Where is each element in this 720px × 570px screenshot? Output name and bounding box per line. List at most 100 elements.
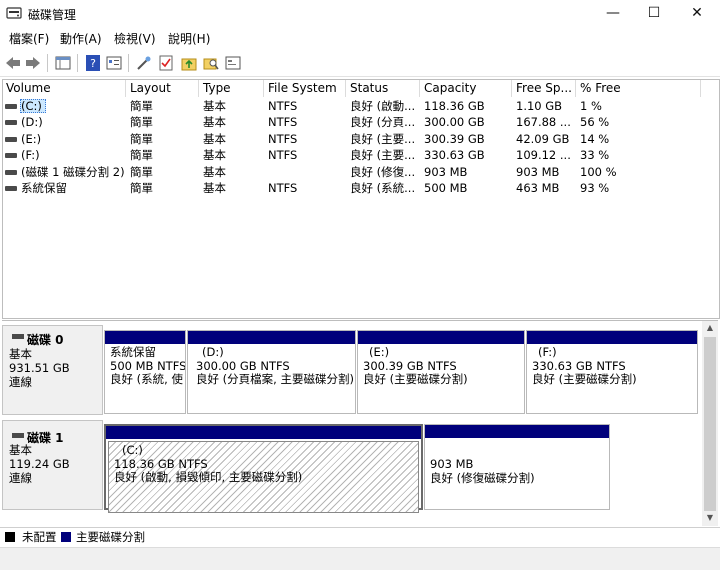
table-cell: 簡單: [130, 99, 153, 113]
partition-system-reserved[interactable]: 系統保留 500 MB NTFS 良好 (系統, 使: [104, 330, 186, 414]
legend-primary-swatch: [61, 532, 71, 542]
partition-status: 良好 (修復磁碟分割): [430, 470, 535, 485]
table-cell: 基本: [203, 131, 226, 146]
column-header[interactable]: Capacity: [420, 80, 512, 97]
menu-view[interactable]: 檢視(V): [114, 30, 156, 47]
partition-e[interactable]: (E:) 300.39 GB NTFS 良好 (主要磁碟分割): [357, 330, 525, 414]
table-cell: 167.88 ...: [516, 115, 571, 130]
properties-grid-icon[interactable]: [53, 53, 73, 73]
table-cell: 300.00 GB: [424, 115, 485, 130]
table-cell: NTFS: [268, 131, 298, 146]
table-cell: NTFS: [268, 99, 298, 113]
column-header[interactable]: File System: [264, 80, 346, 97]
table-cell: 903 MB: [516, 164, 560, 179]
list-view-icon[interactable]: [104, 53, 124, 73]
minimize-button[interactable]: —: [590, 0, 636, 26]
column-header[interactable]: Volume: [2, 80, 126, 97]
table-cell: 14 %: [580, 131, 610, 146]
disk-0-type: 基本: [9, 347, 32, 361]
disk-management-icon: [6, 7, 22, 19]
table-cell: 1 %: [580, 99, 602, 113]
maximize-button[interactable]: ☐: [631, 0, 677, 26]
column-header[interactable]: Free Sp...: [512, 80, 576, 97]
table-cell: 463 MB: [516, 181, 560, 195]
disk-icon: [12, 334, 24, 339]
table-cell: 基本: [203, 115, 226, 130]
menu-action[interactable]: 動作(A): [60, 30, 102, 47]
table-cell: 基本: [203, 99, 226, 113]
toolbar-separator: [47, 54, 48, 72]
scrollbar-thumb[interactable]: [704, 337, 716, 511]
partition-status: 良好 (啟動, 損毀傾印, 主要磁碟分割): [114, 470, 303, 484]
table-cell: 93 %: [580, 181, 610, 195]
legend-primary-label: 主要磁碟分割: [76, 530, 145, 544]
partition-size: 118.36 GB NTFS: [114, 456, 208, 471]
volume-name: (磁碟 1 磁碟分割 2): [21, 164, 125, 179]
partition-bar: [188, 331, 355, 344]
toolbar-separator: [77, 54, 78, 72]
table-cell: 109.12 ...: [516, 148, 571, 163]
volume-icon: [5, 120, 17, 126]
partition-bar: [106, 426, 421, 439]
table-cell: 基本: [203, 148, 226, 163]
table-cell-volume: (C:): [5, 98, 125, 114]
table-cell: 簡單: [130, 115, 153, 130]
disk-icon: [12, 433, 24, 438]
close-button[interactable]: ✕: [674, 0, 720, 26]
forward-arrow-icon[interactable]: [23, 53, 43, 73]
partition-size: 300.00 GB NTFS: [196, 358, 290, 373]
table-cell: 基本: [203, 181, 226, 195]
column-header[interactable]: Type: [199, 80, 264, 97]
table-cell-volume: 系統保留: [5, 180, 125, 196]
partition-bar: [105, 331, 185, 344]
check-icon[interactable]: [156, 53, 176, 73]
partition-c[interactable]: (C:) 118.36 GB NTFS 良好 (啟動, 損毀傾印, 主要磁碟分割…: [104, 424, 423, 513]
partition-recovery[interactable]: 903 MB 良好 (修復磁碟分割): [424, 424, 610, 510]
volume-name: (C:): [21, 99, 42, 113]
table-cell: 118.36 GB: [424, 99, 485, 113]
partition-bar: [425, 425, 609, 438]
disk-1-type: 基本: [9, 443, 32, 457]
volume-name: (F:): [21, 148, 40, 163]
table-cell: [268, 164, 346, 180]
window-title: 磁碟管理: [28, 8, 77, 22]
table-cell: 良好 (主要...: [350, 148, 416, 163]
table-cell: 42.09 GB: [516, 131, 570, 146]
disk-0-state: 連線: [9, 375, 32, 389]
table-cell: 100 %: [580, 164, 617, 179]
help-icon[interactable]: ?: [83, 53, 103, 73]
table-cell: NTFS: [268, 115, 298, 130]
partition-d[interactable]: (D:) 300.00 GB NTFS 良好 (分頁檔案, 主要磁碟分割): [187, 330, 356, 414]
table-cell: 良好 (修復...: [350, 164, 416, 179]
partition-size: 903 MB: [430, 457, 474, 471]
column-header[interactable]: Layout: [126, 80, 199, 97]
menu-file[interactable]: 檔案(F): [9, 30, 49, 47]
volume-name: (E:): [21, 131, 42, 146]
menu-bar: [0, 27, 720, 49]
partition-f[interactable]: (F:) 330.63 GB NTFS 良好 (主要磁碟分割): [526, 330, 698, 414]
scroll-up-icon[interactable]: ▲: [704, 323, 716, 335]
window-icon[interactable]: [223, 53, 243, 73]
partition-status: 良好 (系統, 使: [110, 372, 183, 386]
partition-label: (C:): [122, 443, 143, 457]
table-cell-volume: (磁碟 1 磁碟分割 2): [5, 164, 125, 180]
table-cell: 330.63 GB: [424, 148, 485, 163]
column-header[interactable]: Status: [346, 80, 420, 97]
partition-status: 良好 (主要磁碟分割): [363, 372, 468, 386]
table-cell-volume: (E:): [5, 131, 125, 147]
table-cell: 1.10 GB: [516, 99, 563, 113]
back-arrow-icon[interactable]: [3, 53, 23, 73]
table-cell: 56 %: [580, 115, 610, 130]
wand-icon[interactable]: [134, 53, 154, 73]
scroll-down-icon[interactable]: ▼: [704, 513, 716, 525]
table-cell-volume: (D:): [5, 114, 125, 130]
table-cell: 500 MB: [424, 181, 468, 195]
partition-label: (E:): [369, 345, 390, 359]
menu-help[interactable]: 說明(H): [168, 30, 210, 47]
folder-up-icon[interactable]: [179, 53, 199, 73]
search-folder-icon[interactable]: [201, 53, 221, 73]
volume-name: 系統保留: [21, 181, 67, 195]
partition-size: 500 MB NTFS: [110, 358, 185, 373]
column-header[interactable]: % Free: [576, 80, 701, 97]
toolbar-separator: [128, 54, 129, 72]
